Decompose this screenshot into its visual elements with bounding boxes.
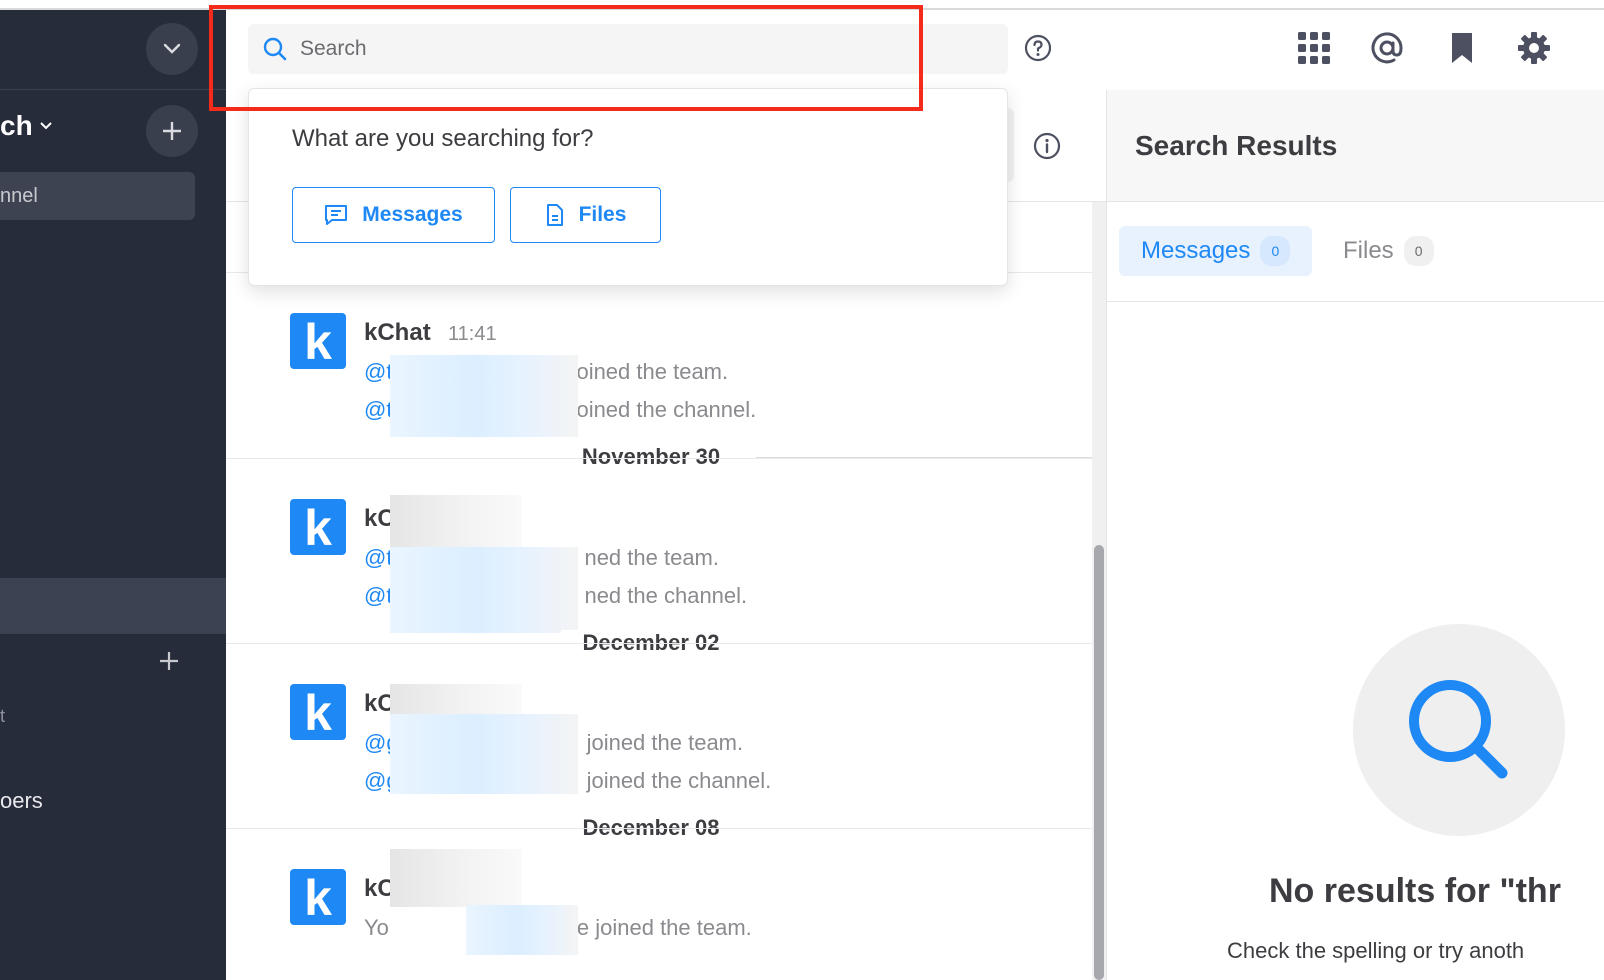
find-channel-label: nnel xyxy=(0,184,38,207)
apps-grid-icon xyxy=(1298,32,1330,64)
pixelated-redaction xyxy=(390,684,522,714)
post-text: joined the team. xyxy=(586,730,744,755)
tab-messages-count: 0 xyxy=(1260,236,1291,266)
tab-messages[interactable]: Messages 0 xyxy=(1119,226,1313,276)
plus-icon xyxy=(163,122,181,140)
search-results-title: Search Results xyxy=(1135,130,1338,161)
post-item[interactable]: k kChat 11:41 @t oined the team. @t oined … xyxy=(226,272,1092,458)
chevron-down-icon xyxy=(163,43,181,54)
sidebar-header xyxy=(0,10,226,90)
search-messages-button[interactable]: Messages xyxy=(292,187,495,243)
search-icon xyxy=(263,37,287,61)
kchat-avatar: k xyxy=(290,684,346,740)
pixelated-redaction xyxy=(390,547,578,633)
sidebar: ch nnel t oers xyxy=(0,10,226,980)
apps-button[interactable] xyxy=(1296,30,1332,66)
search-files-label: Files xyxy=(578,203,627,226)
pixelated-redaction xyxy=(390,495,522,547)
team-menu-chevron-button[interactable] xyxy=(146,23,198,75)
chevron-down-icon xyxy=(39,122,52,130)
pixelated-redaction xyxy=(390,849,522,907)
saved-messages-button[interactable] xyxy=(1446,30,1478,66)
post-author[interactable]: kChat xyxy=(364,319,431,347)
search-icon xyxy=(1409,680,1508,779)
tab-messages-label: Messages xyxy=(1141,237,1251,264)
help-button[interactable] xyxy=(1022,32,1054,64)
post-item[interactable]: k kC @t ned the team. @t ned the channel. xyxy=(226,458,1092,644)
post-text: ned the team. xyxy=(584,545,719,570)
kchat-avatar: k xyxy=(290,313,346,369)
post-list: k kChat 11:41 @t oined the team. @t oined … xyxy=(226,202,1092,980)
search-results-header: Search Results xyxy=(1107,90,1604,202)
tab-files-count: 0 xyxy=(1403,236,1434,266)
recent-mentions-button[interactable] xyxy=(1369,30,1405,66)
window-top-edge xyxy=(0,0,1604,10)
no-results-hint: Check the spelling or try anoth xyxy=(1227,938,1525,963)
file-icon xyxy=(546,204,563,226)
at-mention-icon xyxy=(1371,32,1403,64)
kchat-avatar: k xyxy=(290,869,346,925)
gear-icon xyxy=(1518,32,1550,64)
team-name-label: ch xyxy=(0,110,33,141)
user-mention[interactable]: @t xyxy=(364,397,392,422)
find-channel-button[interactable]: nnel xyxy=(0,172,195,220)
empty-state-illustration xyxy=(1353,624,1565,836)
info-icon xyxy=(1033,132,1061,160)
help-icon xyxy=(1024,34,1052,62)
search-files-button[interactable]: Files xyxy=(510,187,661,243)
post-text: e joined the team. xyxy=(576,915,752,940)
post-time[interactable]: 11:41 xyxy=(448,323,497,346)
user-mention[interactable]: @t xyxy=(364,583,392,608)
search-results-panel: Search Results Messages 0 Files 0 No res… xyxy=(1106,90,1604,980)
pixelated-redaction xyxy=(390,714,578,794)
kchat-avatar: k xyxy=(290,499,346,555)
team-name-dropdown[interactable]: ch xyxy=(0,110,53,142)
post-text: oined the channel. xyxy=(576,397,757,422)
search-results-tabs: Messages 0 Files 0 xyxy=(1107,202,1604,302)
post-text: oined the team. xyxy=(576,359,729,384)
add-direct-message-button[interactable] xyxy=(158,647,180,679)
post-text: joined the channel. xyxy=(586,768,772,793)
search-messages-label: Messages xyxy=(362,203,463,226)
bookmark-icon xyxy=(1452,33,1472,63)
tab-files[interactable]: Files 0 xyxy=(1321,226,1456,276)
sidebar-item-fragment[interactable]: t xyxy=(0,706,5,727)
channel-header-search-edge xyxy=(1008,108,1014,182)
message-icon xyxy=(325,205,348,225)
scrollbar-thumb[interactable] xyxy=(1094,545,1104,980)
user-mention[interactable]: @t xyxy=(364,359,392,384)
channel-info-button[interactable] xyxy=(1033,132,1061,165)
search-type-dropdown: What are you searching for? Messages Fil… xyxy=(248,88,1008,286)
post-item[interactable]: k kC Yo e joined the team. xyxy=(226,828,1092,980)
search-dropdown-title: What are you searching for? xyxy=(292,125,594,152)
search-input[interactable] xyxy=(300,37,960,61)
sidebar-item-active-channel[interactable] xyxy=(0,578,226,634)
sidebar-item-members[interactable]: oers xyxy=(0,788,43,814)
user-mention[interactable]: @t xyxy=(364,545,392,570)
no-results-heading: No results for "thr xyxy=(1269,872,1561,910)
post-text-start: Yo xyxy=(364,915,389,940)
tab-files-label: Files xyxy=(1343,237,1394,264)
pixelated-redaction xyxy=(466,905,578,955)
search-bar[interactable] xyxy=(248,24,1008,74)
pixelated-redaction xyxy=(390,355,578,437)
add-channel-button[interactable] xyxy=(146,105,198,157)
post-text: ned the channel. xyxy=(584,583,748,608)
plus-icon xyxy=(160,652,178,670)
post-item[interactable]: k kC @g joined the team. @g joined the cha… xyxy=(226,643,1092,829)
settings-button[interactable] xyxy=(1516,30,1552,66)
